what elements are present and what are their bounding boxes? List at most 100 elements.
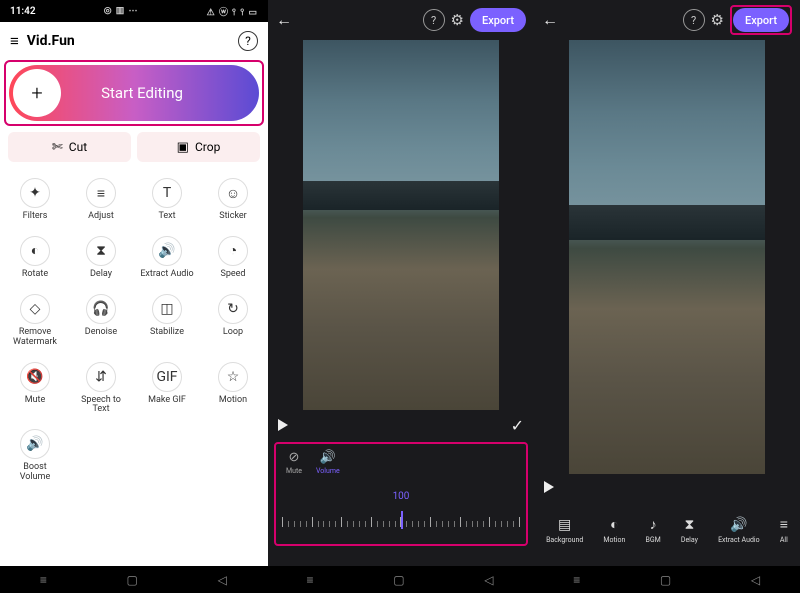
tool-make-gif[interactable]: GIFMake GIF [134, 356, 200, 422]
volume-option[interactable]: 🔊 Volume [316, 450, 340, 475]
start-editing-button[interactable]: + Start Editing [9, 65, 259, 121]
start-editing-label: Start Editing [65, 84, 259, 102]
settings-icon[interactable]: ⚙ [711, 11, 724, 29]
tool-icon: ▤ [558, 517, 571, 533]
back-icon[interactable]: ← [276, 10, 292, 30]
video-preview[interactable] [569, 40, 765, 474]
help-icon[interactable]: ? [423, 9, 445, 31]
tool-icon: ⧗ [86, 236, 116, 266]
android-nav-bar: ≡ ▢ ◁ ≡ ▢ ◁ ≡ ▢ ◁ [0, 566, 800, 593]
editor-tool-motion[interactable]: ◐ Motion [603, 516, 625, 544]
play-icon[interactable] [544, 481, 554, 493]
home-icon[interactable]: ▢ [393, 573, 404, 587]
tool-icon: ↻ [218, 294, 248, 324]
tool-motion[interactable]: ☆ Motion [200, 356, 266, 422]
tool-label: Stabilize [150, 328, 184, 338]
top-bar: ← ? ⚙ Export [268, 0, 534, 40]
tool-label: Text [158, 212, 175, 222]
app-title: Vid.Fun [27, 33, 238, 49]
tool-icon: ≡ [780, 516, 788, 533]
back-nav-icon[interactable]: ◁ [484, 573, 493, 587]
tool-icon: 🎧 [86, 294, 116, 324]
tool-sticker[interactable]: ☺Sticker [200, 172, 266, 228]
tool-remove-watermark[interactable]: ◇Remove Watermark [2, 288, 68, 354]
tool-label: Rotate [22, 270, 48, 280]
slider-cursor[interactable] [401, 511, 403, 529]
tool-label: Motion [219, 396, 247, 406]
tool-icon: ◐ [610, 516, 618, 533]
play-row: ✓ [268, 410, 534, 440]
mute-label: Mute [286, 467, 302, 475]
back-nav-icon[interactable]: ◁ [751, 573, 760, 587]
volume-icon: 🔊 [320, 450, 336, 465]
back-nav-icon[interactable]: ◁ [218, 573, 227, 587]
play-icon[interactable] [278, 419, 288, 431]
mute-option[interactable]: ⊘ Mute [286, 450, 302, 475]
video-preview[interactable] [303, 40, 499, 410]
main-editor-panel: ← ? ⚙ Export ▤ Background ◐ Motion ♪BGM ⧗Dela… [534, 0, 800, 566]
tool-stabilize[interactable]: ◫Stabilize [134, 288, 200, 354]
tool-text[interactable]: T Text [134, 172, 200, 228]
recent-apps-icon[interactable]: ≡ [40, 573, 47, 587]
plus-icon: + [13, 69, 61, 117]
back-icon[interactable]: ← [542, 10, 558, 30]
tool-icon: ◔ [218, 236, 248, 266]
tool-label: Sticker [219, 212, 246, 222]
tool-speed[interactable]: ◔ Speed [200, 230, 266, 286]
volume-slider[interactable]: 100 [282, 491, 520, 535]
confirm-icon[interactable]: ✓ [511, 416, 524, 435]
tool-icon: 🔊 [20, 429, 50, 459]
tool-icon: ◐ [20, 236, 50, 266]
home-icon[interactable]: ▢ [127, 573, 138, 587]
recent-apps-icon[interactable]: ≡ [307, 573, 314, 587]
tool-label: Speech to Text [73, 396, 129, 416]
settings-icon[interactable]: ⚙ [451, 11, 464, 29]
cut-button[interactable]: ✄Cut [8, 132, 131, 162]
editor-tool-bgm[interactable]: ♪BGM [646, 516, 661, 544]
tool-boost-volume[interactable]: 🔊Boost Volume [2, 423, 68, 489]
volume-editor-panel: ← ? ⚙ Export ✓ ⊘ Mute 🔊 Volume 100 [268, 0, 534, 566]
editor-tool-delay[interactable]: ⧗Delay [681, 517, 698, 544]
tool-label: Motion [603, 536, 625, 544]
home-icon[interactable]: ▢ [660, 573, 671, 587]
clock: 11:42 [10, 6, 36, 17]
export-button[interactable]: Export [733, 8, 789, 32]
mute-icon: ⊘ [289, 450, 300, 465]
highlight-volume-controls: ⊘ Mute 🔊 Volume 100 [274, 442, 528, 546]
tool-icon: T [152, 178, 182, 208]
editor-tool-all[interactable]: ≡All [780, 516, 788, 544]
tool-filters[interactable]: ✦Filters [2, 172, 68, 228]
tool-icon: 🔇 [20, 362, 50, 392]
tool-extract-audio[interactable]: 🔊Extract Audio [134, 230, 200, 286]
tool-label: Make GIF [148, 396, 186, 406]
editor-tool-extract-audio[interactable]: 🔊Extract Audio [718, 517, 760, 544]
recent-apps-icon[interactable]: ≡ [573, 573, 580, 587]
tool-label: Background [546, 536, 583, 544]
tool-speech-to-text[interactable]: ⇵Speech to Text [68, 356, 134, 422]
tool-icon: ≡ [86, 178, 116, 208]
editor-tool-background[interactable]: ▤ Background [546, 517, 583, 544]
tool-label: Loop [223, 328, 243, 338]
help-icon[interactable]: ? [238, 31, 258, 51]
menu-icon[interactable]: ≡ [10, 32, 19, 50]
export-button[interactable]: Export [470, 8, 526, 32]
tool-adjust[interactable]: ≡Adjust [68, 172, 134, 228]
tool-label: Speed [220, 270, 245, 280]
tool-rotate[interactable]: ◐ Rotate [2, 230, 68, 286]
tool-denoise[interactable]: 🎧 Denoise [68, 288, 134, 354]
crop-icon: ▣ [177, 140, 189, 155]
tool-icon: ☆ [218, 362, 248, 392]
tool-label: Denoise [85, 328, 117, 338]
tool-icon: ⧗ [685, 517, 695, 533]
tools-grid: ✦Filters≡Adjust T Text ☺Sticker ◐ Rotate ⧗Dela… [0, 168, 268, 493]
quick-actions: ✄Cut ▣Crop [0, 126, 268, 168]
play-row [534, 474, 800, 500]
crop-button[interactable]: ▣Crop [137, 132, 260, 162]
tool-loop[interactable]: ↻ Loop [200, 288, 266, 354]
tool-label: Mute [25, 396, 46, 406]
cut-label: Cut [69, 140, 87, 154]
help-icon[interactable]: ? [683, 9, 705, 31]
tool-mute[interactable]: 🔇 Mute [2, 356, 68, 422]
tool-delay[interactable]: ⧗Delay [68, 230, 134, 286]
volume-label: Volume [316, 467, 340, 475]
